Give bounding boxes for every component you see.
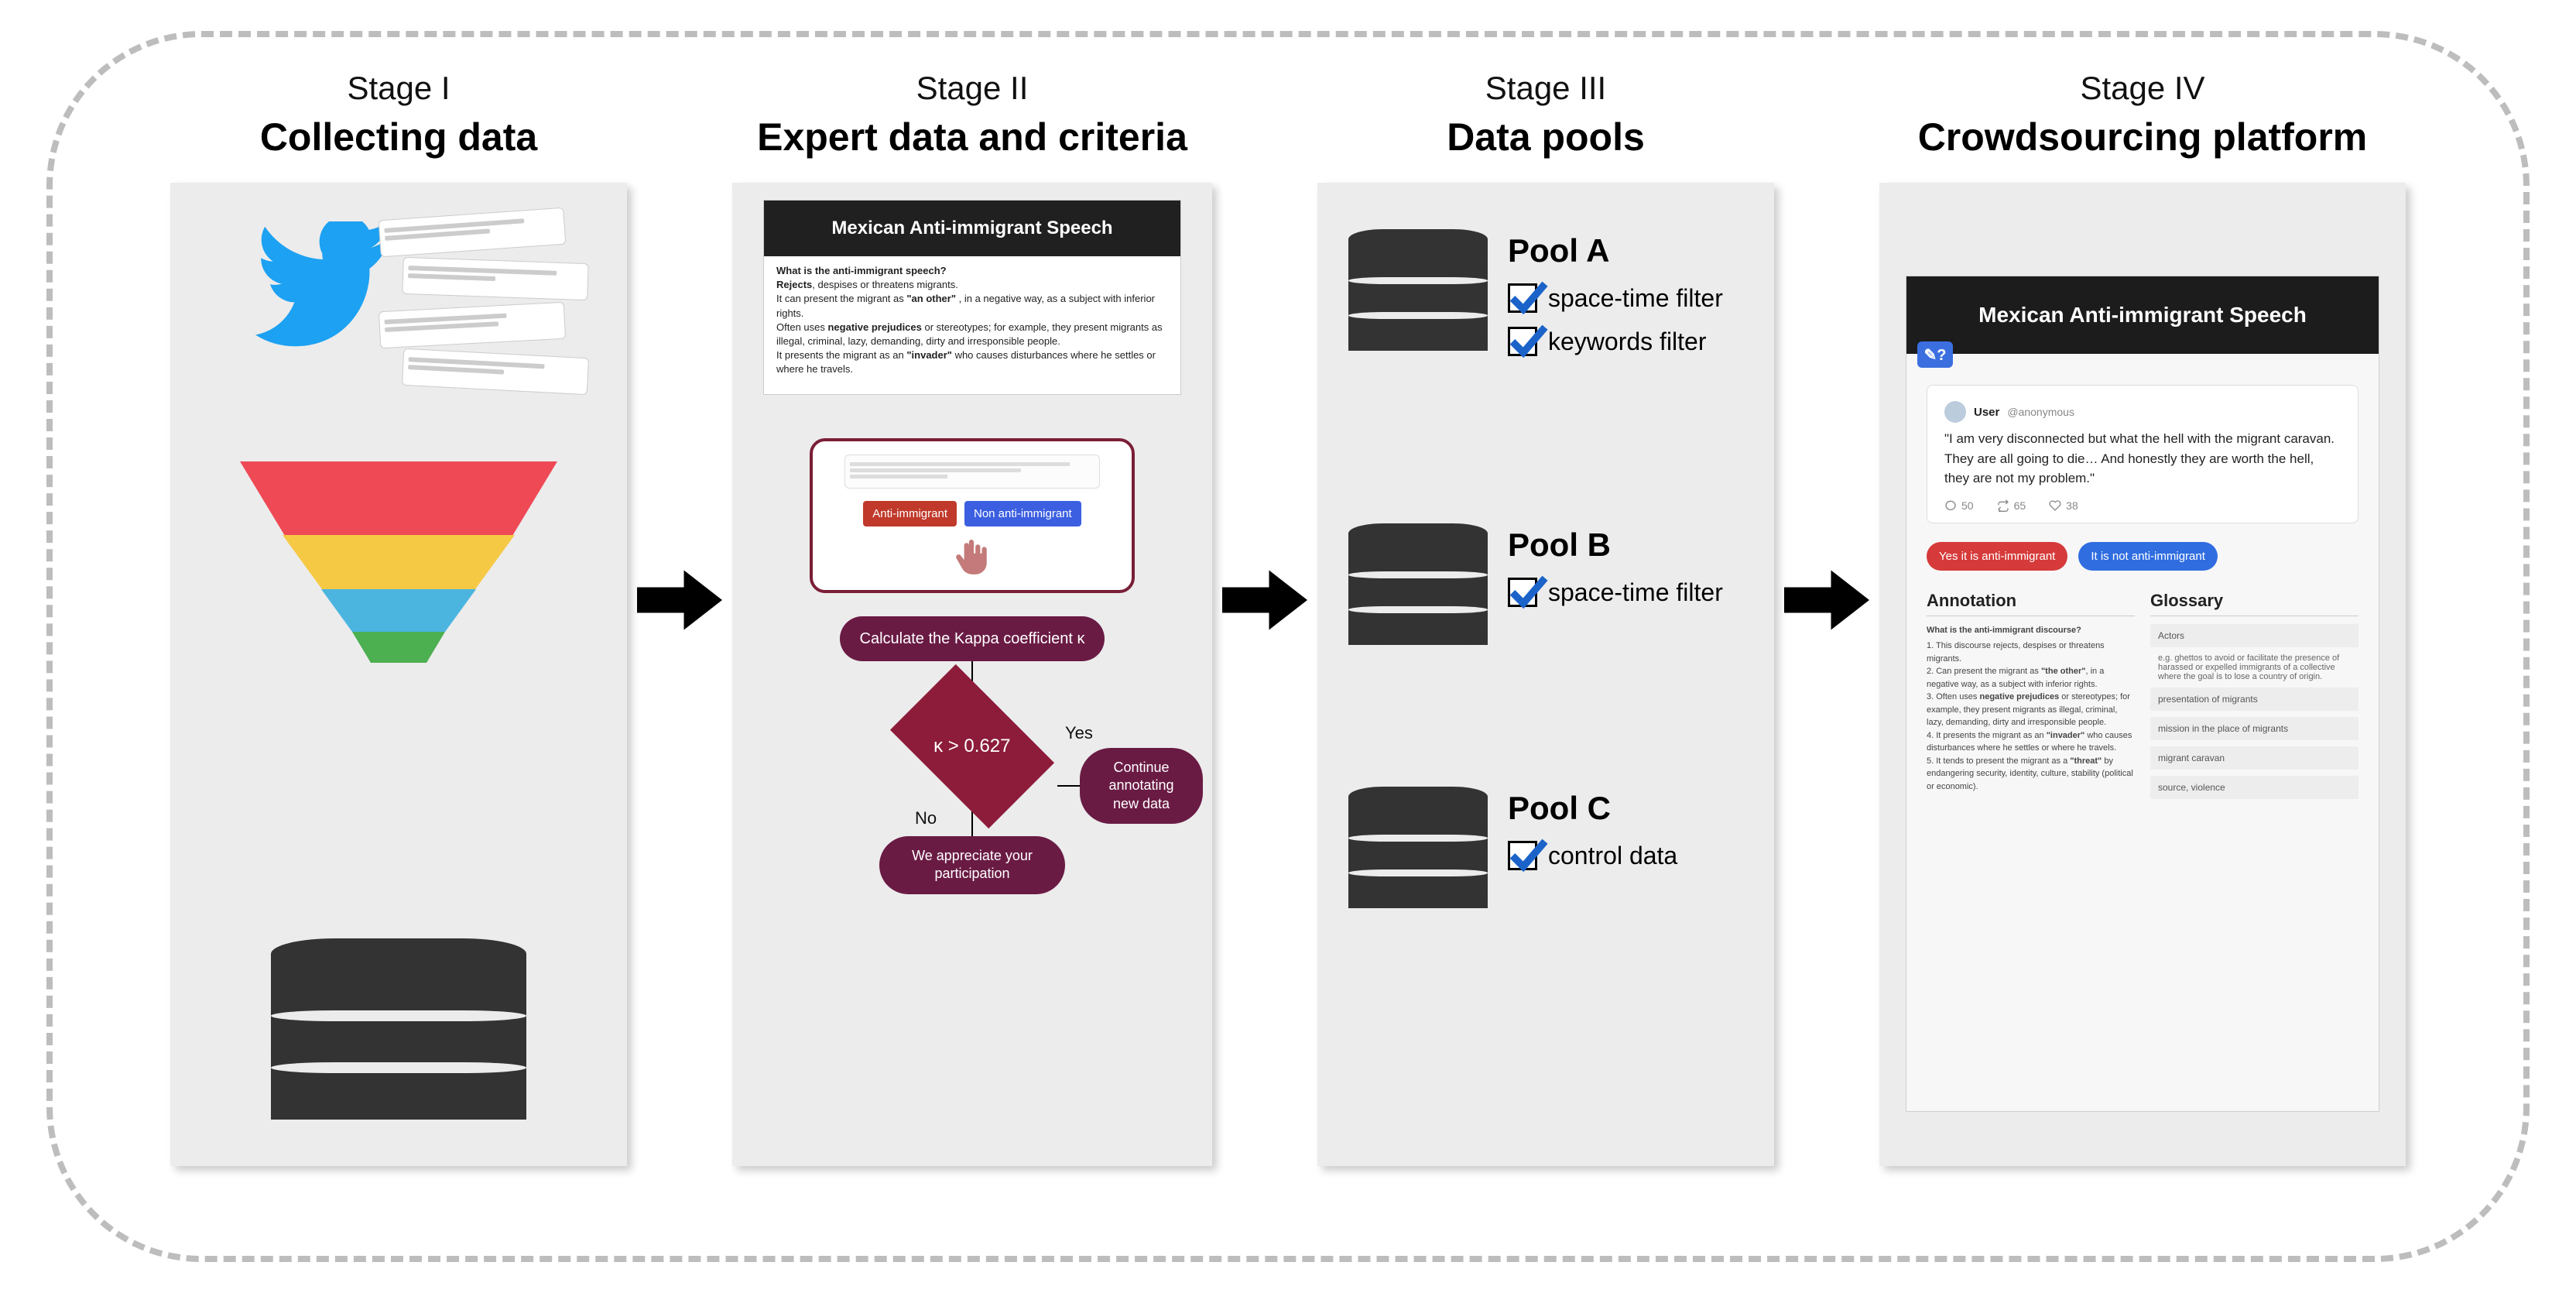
- info-columns: Annotation What is the anti-immigrant di…: [1927, 591, 2358, 805]
- like-count: 38: [2049, 499, 2078, 512]
- checked-box-icon: [1508, 578, 1537, 607]
- criteria-body: What is the anti-immigrant speech? Rejec…: [764, 256, 1180, 385]
- checked-box-icon: [1508, 283, 1537, 313]
- glossary-column: Glossary Actors e.g. ghettos to avoid or…: [2150, 591, 2358, 805]
- glossary-item-sub: e.g. ghettos to avoid or facilitate the …: [2150, 653, 2358, 681]
- criteria-card: Mexican Anti-immigrant Speech What is th…: [763, 200, 1181, 395]
- not-anti-immigrant-button[interactable]: It is not anti-immigrant: [2078, 542, 2218, 571]
- stage2-label: Stage II: [916, 70, 1029, 107]
- arrow-3: [1774, 70, 1879, 635]
- arrow-right-icon: [1784, 565, 1869, 635]
- tweet-snippet: [402, 257, 589, 300]
- stage2-panel: Mexican Anti-immigrant Speech What is th…: [732, 183, 1212, 1166]
- checked-box-icon: [1508, 841, 1537, 870]
- glossary-heading: Glossary: [2150, 591, 2358, 616]
- funnel-icon: [240, 461, 557, 663]
- user-name: User: [1974, 406, 1999, 419]
- arrow-1: [627, 70, 732, 635]
- pool-a-name: Pool A: [1508, 232, 1723, 269]
- glossary-item[interactable]: source, violence: [2150, 776, 2358, 799]
- stage3-title: Data pools: [1447, 115, 1645, 159]
- annotation-heading: Annotation: [1927, 591, 2135, 616]
- stage-4: Stage IV Crowdsourcing platform Mexican …: [1879, 70, 2406, 1166]
- sample-tweet: [844, 454, 1100, 489]
- stage4-label: Stage IV: [2080, 70, 2204, 107]
- pool-c-filter-1: control data: [1508, 841, 1677, 870]
- stage1-panel: [170, 183, 627, 1166]
- decision-row: κ > 0.627 Yes Continue annotating new da…: [903, 700, 1042, 793]
- funnel-band-2: [283, 535, 515, 589]
- yes-label: Yes: [1065, 723, 1093, 743]
- heart-icon: [2049, 499, 2061, 512]
- yes-anti-immigrant-button[interactable]: Yes it is anti-immigrant: [1927, 542, 2067, 571]
- user-handle: @anonymous: [2007, 406, 2074, 418]
- stage-2: Stage II Expert data and criteria Mexica…: [732, 70, 1212, 1166]
- tweet-actions: 50 65 38: [1944, 499, 2341, 512]
- twitter-collection: [224, 206, 581, 423]
- stage4-title: Crowdsourcing platform: [1918, 115, 2368, 159]
- arrow-2: [1212, 70, 1317, 635]
- reply-count: 50: [1944, 499, 1974, 512]
- annotation-buttons: Anti-immigrant Non anti-immigrant: [863, 501, 1081, 526]
- pointer-hand-icon: [953, 539, 992, 578]
- pool-b-filter-1: space-time filter: [1508, 578, 1723, 607]
- avatar-icon: [1944, 401, 1966, 423]
- stage1-title: Collecting data: [260, 115, 537, 159]
- edit-help-icon[interactable]: ✎?: [1917, 341, 1953, 368]
- stage3-panel: Pool A space-time filter keywords filter: [1317, 183, 1774, 1166]
- database-icon: [1348, 229, 1488, 351]
- retweet-icon: [1997, 499, 2009, 512]
- retweet-count: 65: [1997, 499, 2026, 512]
- glossary-item[interactable]: migrant caravan: [2150, 746, 2358, 770]
- checked-box-icon: [1508, 327, 1537, 356]
- thanks-node: We appreciate your participation: [879, 836, 1065, 894]
- expert-annotation-card: Anti-immigrant Non anti-immigrant: [810, 438, 1135, 593]
- tweet-snippet: [379, 207, 567, 258]
- stage2-title: Expert data and criteria: [757, 115, 1187, 159]
- pool-a-filter-1: space-time filter: [1508, 283, 1723, 313]
- crowdsourcing-ui: Mexican Anti-immigrant Speech ✎? User @a…: [1906, 276, 2379, 1112]
- reply-icon: [1944, 499, 1957, 512]
- tweet-card: User @anonymous "I am very disconnected …: [1927, 385, 2358, 523]
- glossary-item-actors[interactable]: Actors: [2150, 624, 2358, 647]
- pool-a-row: Pool A space-time filter keywords filter: [1348, 229, 1723, 356]
- annotation-column: Annotation What is the anti-immigrant di…: [1927, 591, 2135, 805]
- criteria-title: Mexican Anti-immigrant Speech: [764, 201, 1180, 256]
- continue-node: Continue annotating new data: [1080, 748, 1203, 824]
- flow-connector: [1057, 785, 1080, 787]
- non-anti-immigrant-button[interactable]: Non anti-immigrant: [964, 501, 1081, 526]
- glossary-item[interactable]: mission in the place of migrants: [2150, 717, 2358, 740]
- stage-1: Stage I Collecting data: [170, 70, 627, 1166]
- criteria-question: What is the anti-immigrant speech?: [776, 265, 947, 276]
- stage3-label: Stage III: [1485, 70, 1606, 107]
- pool-c-row: Pool C control data: [1348, 787, 1677, 908]
- arrow-right-icon: [1222, 565, 1307, 635]
- database-icon: [1348, 787, 1488, 908]
- database-icon: [1348, 523, 1488, 645]
- database-icon: [271, 938, 526, 1120]
- funnel-band-1: [240, 461, 557, 535]
- no-label: No: [915, 808, 937, 828]
- tweet-snippet: [402, 348, 589, 395]
- anti-immigrant-button[interactable]: Anti-immigrant: [863, 501, 957, 526]
- arrow-right-icon: [637, 565, 722, 635]
- kappa-flowchart: Calculate the Kappa coefficient κ κ > 0.…: [732, 616, 1212, 894]
- platform-title: Mexican Anti-immigrant Speech ✎?: [1906, 276, 2379, 354]
- pool-b-row: Pool B space-time filter: [1348, 523, 1723, 645]
- stage4-panel: Mexican Anti-immigrant Speech ✎? User @a…: [1879, 183, 2406, 1166]
- stage1-label: Stage I: [347, 70, 450, 107]
- kappa-decision: κ > 0.627: [890, 664, 1054, 828]
- stage-3: Stage III Data pools Pool A space-time f…: [1317, 70, 1774, 1166]
- funnel-band-4: [352, 632, 445, 663]
- pool-b-name: Pool B: [1508, 526, 1723, 564]
- glossary-item[interactable]: presentation of migrants: [2150, 688, 2358, 711]
- pool-c-name: Pool C: [1508, 790, 1677, 827]
- calc-kappa-node: Calculate the Kappa coefficient κ: [840, 616, 1105, 661]
- pipeline-diagram: Stage I Collecting data: [170, 70, 2406, 1166]
- tweet-text: "I am very disconnected but what the hel…: [1944, 429, 2341, 489]
- funnel-band-3: [321, 589, 476, 632]
- pool-a-filter-2: keywords filter: [1508, 327, 1723, 356]
- classify-buttons: Yes it is anti-immigrant It is not anti-…: [1927, 542, 2358, 571]
